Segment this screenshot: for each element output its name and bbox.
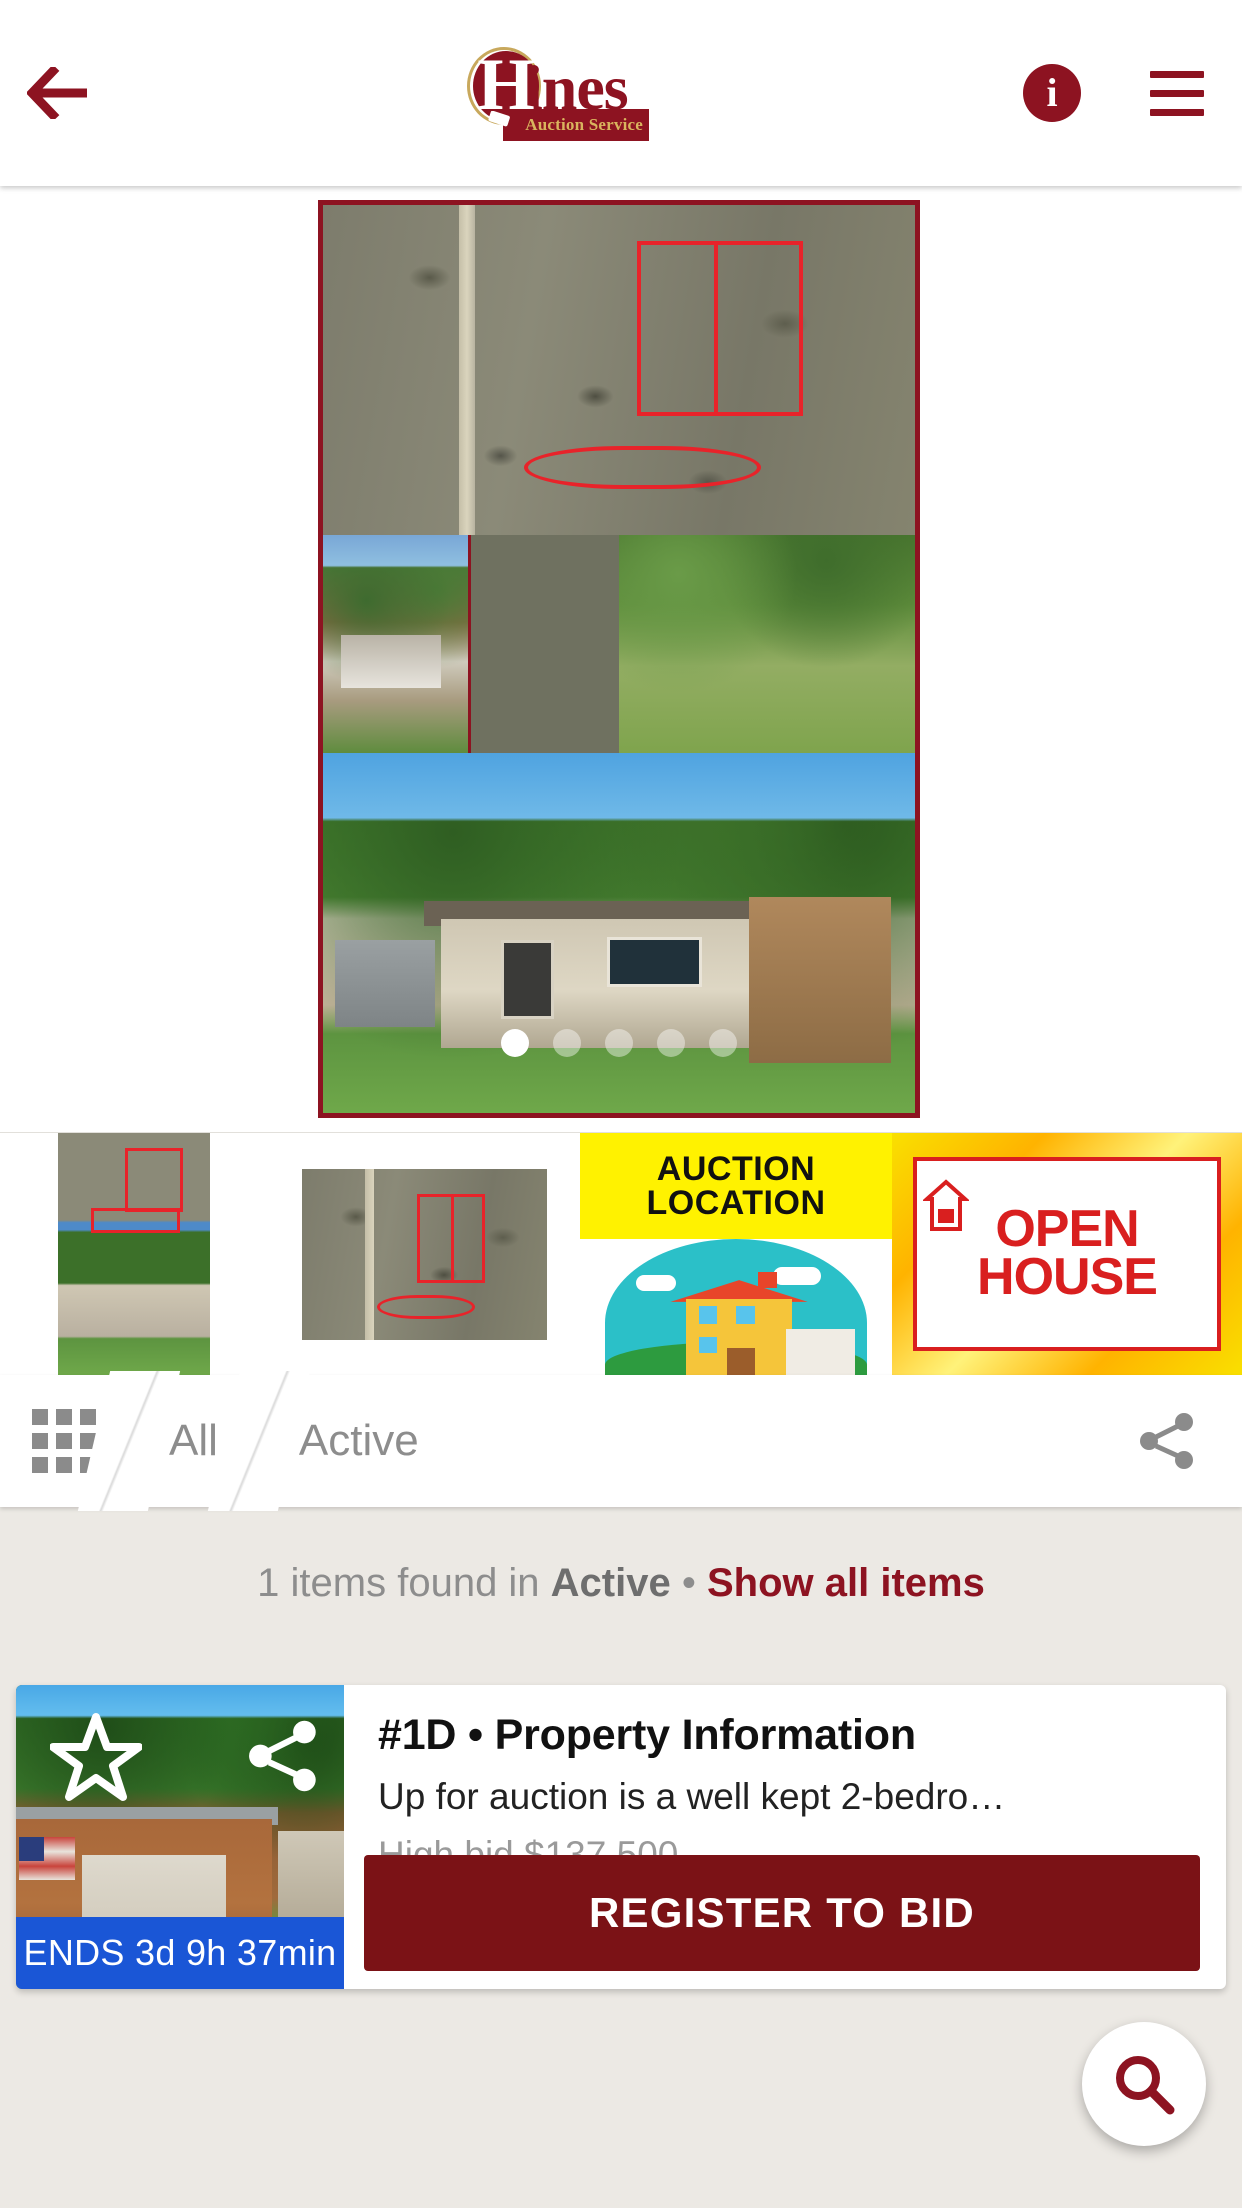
tab-active[interactable]: Active	[259, 1375, 459, 1507]
yard-photo	[619, 535, 915, 753]
listing-thumbnail[interactable]: ENDS 3d 9h 37min	[16, 1685, 344, 1989]
grid-cell	[80, 1409, 96, 1425]
grid-view-icon	[32, 1409, 96, 1473]
listing-title: #1D • Property Information	[378, 1711, 916, 1759]
app-logo[interactable]: H ines Auction Service	[120, 0, 992, 186]
cloud-shape-2	[773, 1266, 822, 1285]
parcel-outline-c	[524, 445, 762, 489]
logo-h-letter: H	[477, 44, 535, 127]
listing-description: Up for auction is a well kept 2-bedro…	[378, 1776, 1006, 1817]
parcel-outline-a	[636, 241, 803, 417]
results-section: 1 items found in Active • Show all items	[0, 1507, 1242, 2208]
grid-cell	[32, 1433, 48, 1449]
hamburger-menu-icon	[1150, 70, 1204, 78]
parcel-outline-3	[377, 1295, 476, 1319]
results-filter-name: Active	[550, 1561, 671, 1605]
thumbnail-item-1[interactable]	[0, 1133, 268, 1375]
thumb-open-house-image: OPEN HOUSE	[892, 1133, 1242, 1375]
shed-shape	[334, 940, 436, 1027]
info-icon: i	[1023, 64, 1081, 122]
info-button[interactable]: i	[992, 0, 1112, 186]
illustration-window-2	[736, 1305, 755, 1324]
auction-location-banner: AUCTION LOCATION	[580, 1133, 892, 1240]
register-to-bid-button[interactable]: REGISTER TO BID	[364, 1855, 1200, 1971]
share-icon	[1140, 1413, 1193, 1469]
carousel-dots[interactable]	[323, 1029, 915, 1057]
open-house-line1: OPEN	[995, 1200, 1139, 1259]
grid-cell	[56, 1409, 72, 1425]
hamburger-line-3	[1150, 108, 1204, 116]
carousel-dot-1[interactable]	[501, 1029, 529, 1057]
grid-cell	[56, 1433, 72, 1449]
auction-location-illustration	[580, 1239, 892, 1375]
grid-cell	[56, 1457, 72, 1473]
cloud-shape-1	[636, 1274, 677, 1291]
hamburger-line-2	[1150, 89, 1204, 97]
house-door-shape	[500, 940, 554, 1020]
filter-tab-bar: All Active	[0, 1375, 1242, 1507]
parcel-outline-2	[450, 1194, 454, 1284]
grid-cell	[32, 1409, 48, 1425]
auction-location-line1: AUCTION	[656, 1150, 816, 1189]
thumbnail-item-4[interactable]: OPEN HOUSE	[892, 1133, 1242, 1375]
garage-photo-fill	[323, 535, 471, 753]
carousel-slide[interactable]	[318, 200, 920, 1118]
thumbnail-strip[interactable]: AUCTION LOCATION OPEN HOUSE	[0, 1132, 1242, 1375]
thumbnail-item-3[interactable]: AUCTION LOCATION	[580, 1133, 892, 1375]
illustration-chimney	[757, 1272, 777, 1289]
house-window-shape	[607, 936, 702, 987]
ends-countdown-badge: ENDS 3d 9h 37min	[16, 1917, 344, 1989]
show-all-items-link[interactable]: Show all items	[707, 1561, 985, 1605]
carousel-dot-5[interactable]	[709, 1029, 737, 1057]
back-arrow-icon	[27, 67, 87, 119]
parcel-outline-b	[713, 241, 718, 417]
thumb-aerial-parcel-image	[301, 1168, 547, 1340]
grid-cell	[32, 1457, 48, 1473]
open-house-line2: HOUSE	[977, 1248, 1158, 1306]
carousel-dot-2[interactable]	[553, 1029, 581, 1057]
info-letter: i	[1046, 70, 1058, 115]
photo-row-middle	[323, 535, 915, 753]
illustration-garage	[785, 1328, 855, 1375]
auction-location-line2: LOCATION	[646, 1184, 826, 1223]
thumb-aerial-and-house-image	[58, 1133, 210, 1375]
share-button[interactable]	[1092, 1375, 1242, 1507]
illustration-door	[726, 1347, 755, 1375]
app-root: H ines Auction Service i AUCTION LOCATIO…	[0, 0, 1242, 2208]
results-count-text: 1 items found in	[257, 1561, 551, 1605]
road-line	[365, 1168, 375, 1340]
logo-tagline: Auction Service	[525, 115, 643, 134]
thumb-auction-location-image: AUCTION LOCATION	[580, 1133, 892, 1375]
search-fab[interactable]	[1082, 2022, 1206, 2146]
share-icon[interactable]	[244, 1717, 322, 1795]
open-house-sign: OPEN HOUSE	[913, 1157, 1221, 1351]
listing-card[interactable]: ENDS 3d 9h 37min #1D • Property Informat…	[16, 1685, 1226, 1989]
top-app-bar: H ines Auction Service i	[0, 0, 1242, 186]
search-icon	[1116, 2056, 1175, 2115]
illustration-window-3	[698, 1337, 718, 1354]
star-outline-icon[interactable]	[50, 1711, 142, 1803]
results-separator: •	[670, 1561, 707, 1605]
thumbnail-item-2[interactable]	[268, 1133, 580, 1375]
background-house-shape	[278, 1830, 344, 1923]
image-carousel[interactable]	[0, 186, 1242, 1132]
house-photo	[323, 753, 915, 1113]
garage-photo	[323, 535, 619, 753]
back-button[interactable]	[0, 0, 120, 186]
aerial-photo	[323, 205, 915, 535]
gavel-icon	[471, 111, 510, 137]
carousel-dot-3[interactable]	[605, 1029, 633, 1057]
carousel-dot-4[interactable]	[657, 1029, 685, 1057]
results-summary: 1 items found in Active • Show all items	[0, 1507, 1242, 1606]
listing-details: #1D • Property Information Up for auctio…	[344, 1685, 1226, 1989]
flag-shape	[19, 1837, 76, 1880]
menu-button[interactable]	[1112, 0, 1242, 186]
house-outline-icon	[923, 1179, 969, 1232]
illustration-window-1	[698, 1305, 718, 1324]
